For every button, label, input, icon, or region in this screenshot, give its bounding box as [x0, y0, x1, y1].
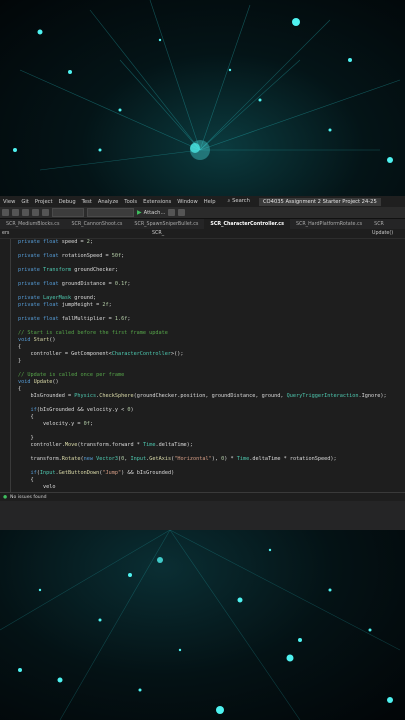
- save-all-icon[interactable]: [22, 209, 29, 216]
- menu-help[interactable]: Help: [201, 199, 219, 205]
- wallpaper-bottom: [0, 530, 405, 720]
- code-line: {: [18, 477, 34, 483]
- search-label: Search: [232, 198, 250, 204]
- menu-window[interactable]: Window: [174, 199, 200, 205]
- menu-tools[interactable]: Tools: [121, 199, 140, 205]
- menu-analyze[interactable]: Analyze: [95, 199, 121, 205]
- attach-button[interactable]: ▶ Attach...: [137, 209, 165, 216]
- bottom-panel: [0, 501, 405, 530]
- platform-dropdown[interactable]: [87, 208, 134, 217]
- code-line: void Start(): [18, 337, 56, 343]
- code-line: private float rotationSpeed = 50f;: [18, 253, 125, 259]
- search-icon: ⌕: [227, 198, 231, 204]
- code-line: velo: [18, 484, 56, 490]
- menu-git[interactable]: Git: [18, 199, 32, 205]
- menu-debug[interactable]: Debug: [56, 199, 79, 205]
- nav-back-icon[interactable]: [2, 209, 9, 216]
- code-line: if(Input.GetButtonDown("Jump") && bIsGro…: [30, 470, 175, 476]
- code-line: private float speed = 2;: [18, 239, 93, 245]
- navigation-bar: ers SCR_ Update(): [0, 229, 405, 239]
- code-line: controller.Move(transform.forward * Time…: [18, 442, 193, 448]
- status-message: No issues found: [10, 494, 47, 500]
- hot-reload-icon[interactable]: [168, 209, 176, 216]
- menu-project[interactable]: Project: [32, 199, 56, 205]
- particle-burst-top: [13, 0, 401, 171]
- particle-field-bottom: [0, 530, 401, 720]
- editor-gutter: [10, 239, 11, 492]
- tab-character-controller[interactable]: SCR_CharacterController.cs: [204, 219, 290, 229]
- check-circle-icon: ●: [3, 494, 8, 500]
- redo-icon[interactable]: [42, 209, 49, 216]
- tab-cannon-shoot[interactable]: SCR_CannonShoot.cs: [65, 219, 128, 229]
- code-editor[interactable]: private float speed = 2; private float r…: [0, 239, 405, 492]
- code-line: {: [18, 386, 22, 392]
- code-line: private float fallMultiplier = 1.6f;: [18, 316, 131, 322]
- code-line: private Transform groundChecker;: [18, 267, 118, 273]
- code-line: private float groundDistance = 0.1f;: [18, 281, 131, 287]
- code-line: velocity.y = 0f;: [18, 421, 93, 427]
- code-line: if(bIsGrounded && velocity.y < 0): [30, 407, 134, 413]
- code-line: void Update(): [18, 379, 59, 385]
- code-line: }: [18, 435, 34, 441]
- tab-spawn-sniper-bullet[interactable]: SCR_SpawnSniperBullet.cs: [128, 219, 204, 229]
- config-dropdown[interactable]: [52, 208, 84, 217]
- document-tabs: SCR_MediumBlocks.cs SCR_CannonShoot.cs S…: [0, 219, 405, 229]
- tab-hard-platform-rotate[interactable]: SCR_HardPlatformRotate.cs: [290, 219, 368, 229]
- menu-test[interactable]: Test: [79, 199, 95, 205]
- code-line: bIsGrounded = Physics.CheckSphere(ground…: [18, 393, 387, 399]
- search-box[interactable]: ⌕ Search: [225, 198, 253, 205]
- save-icon[interactable]: [12, 209, 19, 216]
- code-line: {: [18, 414, 34, 420]
- tab-medium-blocks[interactable]: SCR_MediumBlocks.cs: [0, 219, 65, 229]
- toolbar: ▶ Attach...: [0, 207, 405, 219]
- code-line: {: [18, 344, 22, 350]
- tab-scr[interactable]: SCR: [368, 219, 390, 229]
- status-bar: ● No issues found: [0, 492, 405, 501]
- ide-window: View Git Project Debug Test Analyze Tool…: [0, 196, 405, 530]
- code-line: private LayerMask ground;: [18, 295, 97, 301]
- attach-label: Attach...: [143, 209, 166, 216]
- menu-view[interactable]: View: [0, 199, 18, 205]
- code-line: transform.Rotate(new Vector3(0, Input.Ge…: [18, 456, 337, 462]
- nav-project-dropdown[interactable]: ers: [0, 231, 152, 236]
- undo-icon[interactable]: [32, 209, 39, 216]
- code-line: controller = GetComponent<CharacterContr…: [18, 351, 184, 357]
- menu-bar: View Git Project Debug Test Analyze Tool…: [0, 196, 405, 207]
- nav-member-dropdown[interactable]: Update(): [372, 231, 405, 236]
- nav-type-dropdown[interactable]: SCR_: [152, 231, 372, 236]
- format-icon[interactable]: [178, 209, 186, 216]
- code-line: // Start is called before the first fram…: [18, 330, 168, 336]
- code-line: }: [18, 358, 22, 364]
- menu-extensions[interactable]: Extensions: [140, 199, 174, 205]
- code-line: // Update is called once per frame: [18, 372, 125, 378]
- wallpaper-top: [0, 0, 405, 196]
- project-title: CO4035 Assignment 2 Starter Project 24-2…: [258, 197, 381, 206]
- play-icon: ▶: [137, 209, 142, 216]
- code-line: private float jumpHeight = 2f;: [18, 302, 112, 308]
